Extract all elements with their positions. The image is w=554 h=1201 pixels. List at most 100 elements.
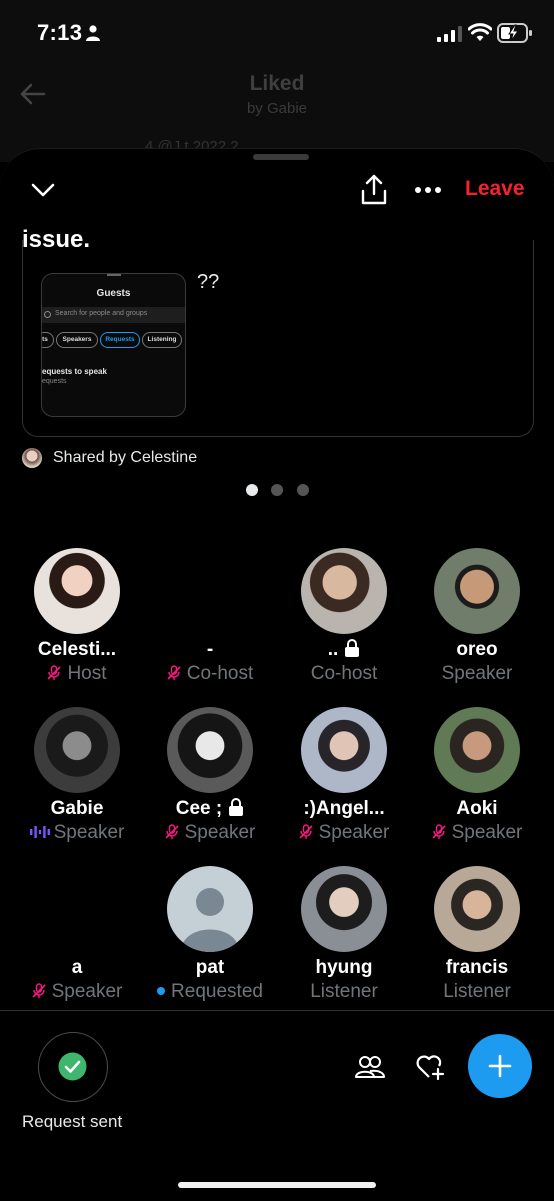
mic-off-icon [32,983,46,998]
image-chip-active: Requests [100,332,140,348]
mic-off-icon [167,665,181,680]
participant-card[interactable]: pat Requested [146,866,274,1016]
participant-name-text: Cee ; [175,798,223,819]
page-dot-active[interactable] [246,484,258,496]
participant-role: Listener [413,981,541,1003]
mic-off-icon [47,665,62,680]
wifi-icon [468,23,492,41]
participant-role-text: Listener [310,981,378,1002]
participant-card[interactable]: a Speaker [13,866,141,1016]
image-section-title: equests to speak [42,367,107,376]
plus-icon [488,1054,512,1078]
participant-role-text: Speaker [451,822,523,843]
page-dot[interactable] [297,484,309,496]
participant-name: Aoki [413,798,541,820]
shared-post-caption: ?? [197,271,220,293]
participant-name-text: oreo [456,639,498,660]
participant-role: Speaker [13,981,141,1003]
participant-name-text: Gabie [50,798,104,819]
participant-role: Requested [146,981,274,1003]
people-icon[interactable] [355,1055,385,1079]
mic-off-icon [432,824,446,839]
avatar [22,448,42,468]
participant-role: Speaker [413,663,541,685]
participant-role: Speaker [280,822,408,844]
avatar [301,707,387,793]
participant-card[interactable]: :)Angel... Speaker [280,707,408,857]
shared-by-label: Shared by Celestine [53,449,198,466]
avatar [167,707,253,793]
person-icon [86,25,100,41]
check-circle-icon [58,1052,87,1081]
participant-name-text: pat [195,957,225,978]
avatar [301,866,387,952]
participant-card[interactable]: Aoki Speaker [413,707,541,857]
participant-role: Co-host [280,663,408,685]
image-title: Guests [96,288,131,299]
avatar [34,707,120,793]
participant-card[interactable]: Cee ; Speaker [146,707,274,857]
participant-name-text: francis [445,957,509,978]
avatar [167,866,253,952]
participant-role: Speaker [413,822,541,844]
default-avatar-icon [181,888,239,952]
heart-plus-icon[interactable] [415,1054,445,1080]
sheet-grabber[interactable] [253,154,309,160]
more-icon[interactable] [414,186,442,194]
participant-card[interactable]: Celesti... Host [13,548,141,698]
participant-role-text: Requested [171,981,263,1002]
participant-card[interactable]: francis Listener [413,866,541,1016]
participant-role-text: Speaker [318,822,390,843]
participant-name-text: .. [327,639,339,660]
share-icon[interactable] [360,174,388,206]
participant-name: Gabie [13,798,141,820]
participant-card[interactable]: Gabie Speaker [13,707,141,857]
image-search-placeholder: Search for people and groups [55,310,148,317]
participant-role-text: Speaker [53,822,125,843]
participant-name: :)Angel... [280,798,408,820]
image-chip: Listening [142,332,182,348]
participant-name: francis [413,957,541,979]
battery-charging-icon [497,23,532,43]
participant-role-text: Co-host [310,663,378,684]
page-dot[interactable] [271,484,283,496]
leave-button[interactable]: Leave [465,177,525,201]
mic-off-icon [165,824,179,839]
participant-role: Speaker [146,822,274,844]
participant-role-text: Speaker [184,822,256,843]
image-chip: ts [42,332,54,348]
requested-dot [157,987,166,995]
participant-name-text: a [71,957,83,978]
participant-role-text: Speaker [441,663,513,684]
participant-role-text: Speaker [51,981,123,1002]
participant-card[interactable]: - Co-host [146,548,274,698]
participant-name: Cee ; [146,798,274,820]
request-status-label: Request sent [22,1112,123,1131]
participant-name-text: Aoki [456,798,498,819]
participant-role-text: Host [67,663,107,684]
image-chip: Speakers [56,332,98,348]
status-bar: 7:13 [0,0,554,62]
image-section-sub: equests [42,378,67,385]
participant-card[interactable]: hyung Listener [280,866,408,1016]
image-search-bar: Search for people and groups [42,307,185,323]
background-subtitle: by Gabie [246,100,308,117]
participant-name: - [146,639,274,661]
home-indicator[interactable] [178,1182,376,1188]
search-icon [44,311,51,318]
participant-name: pat [146,957,274,979]
participant-role: Host [13,663,141,685]
cellular-signal-icon [437,26,462,42]
chevron-down-icon[interactable] [30,180,56,200]
lock-icon [345,639,360,657]
avatar [434,866,520,952]
participant-role: Co-host [146,663,274,685]
mic-off-icon [299,824,313,839]
participant-card[interactable]: oreo Speaker [413,548,541,698]
status-time: 7:13 [37,20,83,45]
avatar [434,707,520,793]
participant-name-text: :)Angel... [303,798,385,819]
add-button[interactable] [468,1034,532,1098]
shared-post-image[interactable]: Guests Search for people and groups ts S… [41,273,186,417]
participant-card[interactable]: .. Co-host [280,548,408,698]
